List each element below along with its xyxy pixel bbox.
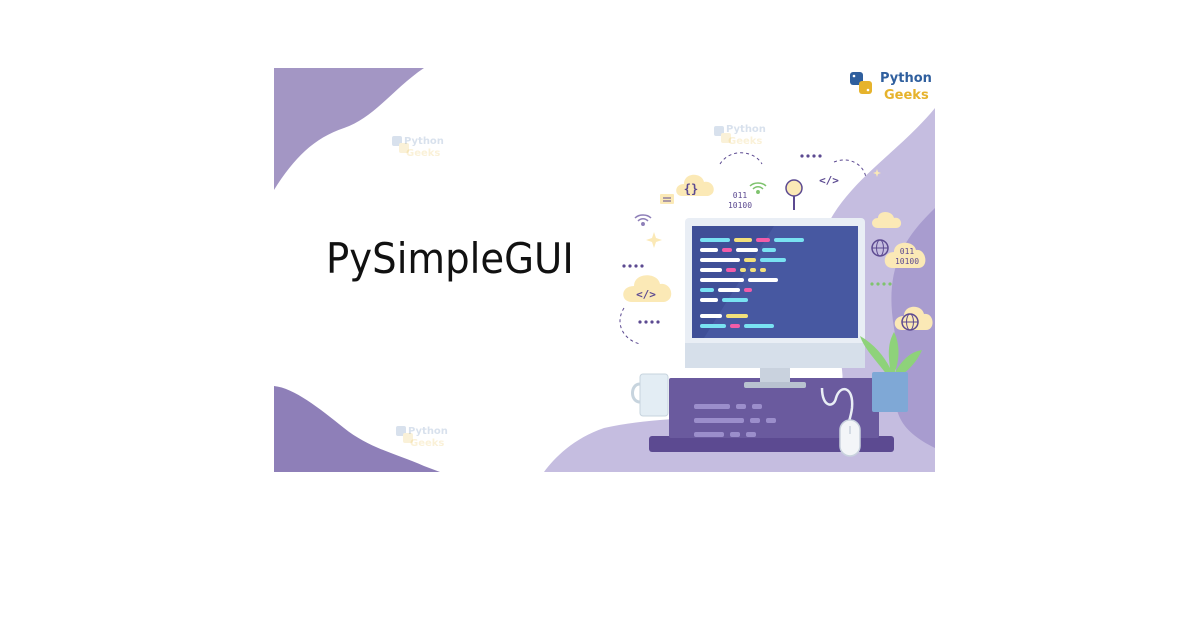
brand-text: Python Geeks — [880, 70, 932, 104]
watermark-3-line2: Geeks — [410, 438, 445, 449]
watermark-3: Python Geeks — [396, 426, 448, 450]
dashed-arrow-left — [619, 307, 641, 345]
binary-icon-right-2: 10100 — [895, 257, 919, 266]
dots-left-top — [622, 264, 644, 268]
wifi-icon-2 — [634, 214, 652, 226]
plant-pot — [872, 372, 908, 412]
monitor-foot — [744, 382, 806, 388]
watermark-1: Python Geeks — [392, 136, 444, 160]
monitor-chin — [685, 343, 865, 368]
binary-icon-right-1: 011 — [900, 247, 915, 256]
code-icon-top: </> — [819, 174, 839, 187]
dashed-arrow-top — [719, 152, 763, 165]
watermark-2-line2: Geeks — [728, 136, 763, 147]
top-left-blob — [274, 68, 424, 190]
mouse — [839, 419, 861, 457]
binary-icon-top-1: 011 — [733, 191, 748, 200]
banner-image: {} </> </> 011 10100 011 10100 PySimpleG… — [274, 68, 935, 472]
brand-line1: Python — [880, 71, 932, 86]
search-icon — [785, 179, 803, 197]
dots-top — [800, 154, 822, 158]
document-icon — [660, 194, 674, 204]
binary-icon-top-2: 10100 — [728, 201, 752, 210]
dots-left-bottom — [638, 320, 660, 324]
code-icon-left: </> — [636, 288, 656, 301]
sparkle-icon — [646, 232, 662, 248]
watermark-1-line2: Geeks — [406, 148, 441, 159]
watermark-3-line1: Python — [408, 426, 448, 437]
wifi-icon — [749, 182, 767, 194]
watermark-2: Python Geeks — [714, 124, 766, 148]
watermark-2-line1: Python — [726, 124, 766, 135]
brand-logo: Python Geeks — [852, 70, 934, 106]
page-title: PySimpleGUI — [326, 234, 574, 283]
cup — [639, 373, 669, 417]
braces-icon: {} — [684, 182, 698, 196]
monitor-neck — [760, 368, 790, 382]
watermark-1-line1: Python — [404, 136, 444, 147]
brand-line2: Geeks — [884, 88, 929, 103]
